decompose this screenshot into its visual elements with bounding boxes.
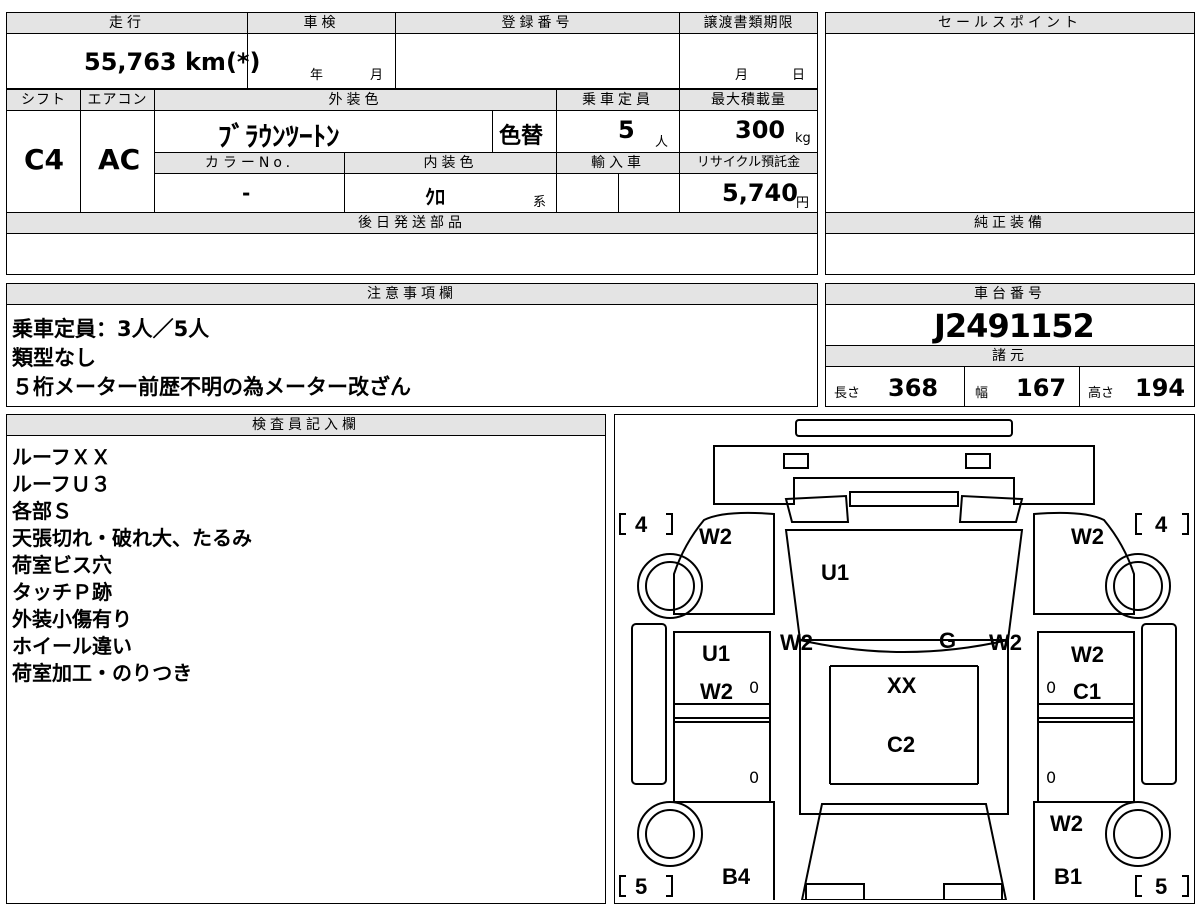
inspector-line: 天張切れ・破れ大、たるみ <box>12 526 252 550</box>
chassis-value: J2491152 <box>934 307 1095 345</box>
interior-header: 内装色 <box>344 152 557 174</box>
import-header: 輸入車 <box>556 152 680 174</box>
length-value: 368 <box>888 374 939 402</box>
shift-value: C4 <box>24 143 65 176</box>
notes-header: 注意事項欄 <box>6 283 818 305</box>
repaint-label: 色替 <box>499 124 544 149</box>
load-unit: kg <box>795 131 811 146</box>
import-cell-a <box>556 173 619 213</box>
width-value: 167 <box>1016 374 1067 402</box>
chassis-header: 車台番号 <box>825 283 1195 305</box>
inspector-header: 検査員記入欄 <box>6 414 606 436</box>
damage-label: W2 <box>1050 811 1083 836</box>
interior-suffix: 系 <box>533 195 547 210</box>
transfer-month: 月 <box>735 68 749 83</box>
mileage-value: 55,763 km(*) <box>84 48 261 76</box>
recycle-value: 5,740 <box>722 179 798 207</box>
interior-value: ｸﾛ <box>425 185 445 209</box>
ac-header: エアコン <box>80 89 155 111</box>
inspector-line: 各部Ｓ <box>12 499 72 523</box>
damage-label: U1 <box>702 641 731 666</box>
color-no-header: カラーNo. <box>154 152 345 174</box>
notes-line: 乗車定員：3人／5人 <box>12 317 210 341</box>
registration-header: 登録番号 <box>395 12 680 34</box>
capacity-value: 5 <box>618 116 635 144</box>
recycle-unit: 円 <box>796 196 810 211</box>
import-cell-b <box>618 173 680 213</box>
mileage-header: 走行 <box>6 12 248 34</box>
inspector-line: 外装小傷有り <box>12 607 132 631</box>
damage-label: W2 <box>700 679 733 704</box>
dims-header: 諸元 <box>825 345 1195 367</box>
damage-label: W2 <box>699 524 732 549</box>
notes-line: ５桁メーター前歴不明の為メーター改ざん <box>12 375 411 399</box>
damage-label: C1 <box>1073 679 1102 704</box>
ac-value: AC <box>98 143 141 176</box>
inspection-header: 車検 <box>247 12 396 34</box>
genuine-equipment-header: 純正装備 <box>825 212 1195 234</box>
length-label: 長さ <box>834 386 861 401</box>
damage-label: W2 <box>780 630 813 655</box>
damage-label: U1 <box>821 560 850 585</box>
damage-label: B1 <box>1054 864 1083 889</box>
notes-line: 類型なし <box>12 346 96 370</box>
inspector-line: 荷室ビス穴 <box>12 553 112 577</box>
later-parts-header: 後日発送部品 <box>6 212 818 234</box>
damage-label: G <box>939 628 957 653</box>
inspector-line: ルーフＸＸ <box>12 445 111 469</box>
tire-front-left: 4 <box>635 512 648 537</box>
inspector-line: 荷室加工・のりつき <box>12 661 193 685</box>
load-header: 最大積載量 <box>679 89 818 111</box>
capacity-header: 乗車定員 <box>556 89 680 111</box>
damage-label: C2 <box>887 732 916 757</box>
damage-label: W2 <box>989 630 1022 655</box>
transfer-day: 日 <box>792 68 806 83</box>
sales-point-header: セールスポイント <box>825 12 1195 34</box>
panel-mark: 0 <box>749 768 760 787</box>
tire-rear-left: 5 <box>635 874 648 899</box>
interior-cell <box>344 173 557 213</box>
capacity-unit: 人 <box>655 135 669 150</box>
inspector-line: ルーフＵ３ <box>12 472 111 496</box>
height-label: 高さ <box>1088 386 1115 401</box>
tire-rear-right: 5 <box>1155 874 1168 899</box>
recycle-header: リサイクル預託金 <box>679 152 818 174</box>
shift-header: シフト <box>6 89 81 111</box>
exterior-value: ﾌﾞﾗｳﾝﾂｰﾄﾝ <box>218 122 340 153</box>
width-label: 幅 <box>975 386 989 401</box>
panel-mark: 0 <box>749 678 760 697</box>
panel-mark: 0 <box>1046 678 1057 697</box>
panel-mark: 0 <box>1046 768 1057 787</box>
inspector-line: タッチＰ跡 <box>12 580 112 604</box>
color-no-value: - <box>242 181 251 205</box>
damage-label: B4 <box>722 864 751 889</box>
tire-front-right: 4 <box>1155 512 1168 537</box>
inspection-month: 月 <box>370 68 384 83</box>
height-value: 194 <box>1135 374 1186 402</box>
inspector-line: ホイール違い <box>12 634 132 658</box>
transfer-header: 譲渡書類期限 <box>679 12 818 34</box>
damage-label: W2 <box>1071 524 1104 549</box>
sales-point-box <box>825 12 1195 275</box>
damage-label: W2 <box>1071 642 1104 667</box>
registration-cell <box>395 33 680 89</box>
exterior-header: 外装色 <box>154 89 557 111</box>
inspection-year: 年 <box>310 68 324 83</box>
damage-label: XX <box>887 673 917 698</box>
load-value: 300 <box>735 116 786 144</box>
